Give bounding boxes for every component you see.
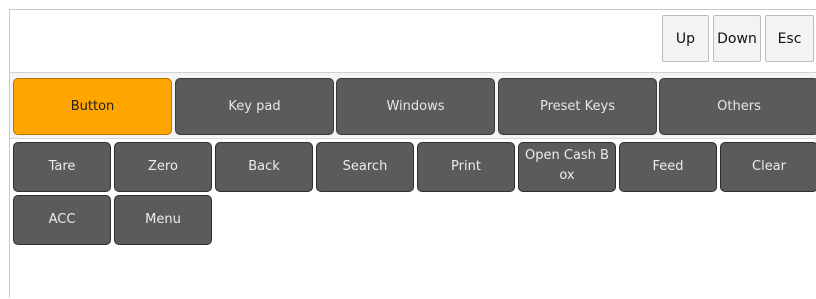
menu-key[interactable]: Menu [114,195,212,245]
tab-key-pad[interactable]: Key pad [175,78,334,135]
up-button[interactable]: Up [662,15,709,62]
acc-key[interactable]: ACC [13,195,111,245]
esc-button[interactable]: Esc [765,15,814,62]
open-cash-box-key[interactable]: Open Cash Box [518,142,616,192]
tare-key[interactable]: Tare [13,142,111,192]
tab-windows[interactable]: Windows [336,78,495,135]
print-key[interactable]: Print [417,142,515,192]
tab-button[interactable]: Button [13,78,172,135]
zero-key[interactable]: Zero [114,142,212,192]
feed-key[interactable]: Feed [619,142,717,192]
clear-key[interactable]: Clear [720,142,816,192]
back-key[interactable]: Back [215,142,313,192]
top-toolbar: Up Down Esc [10,10,816,73]
button-config-panel: Up Down Esc Button Key pad Windows Prese… [9,9,816,299]
tab-others[interactable]: Others [659,78,816,135]
down-button[interactable]: Down [713,15,761,62]
tab-preset-keys[interactable]: Preset Keys [498,78,657,135]
key-grid: Tare Zero Back Search Print Open Cash Bo… [10,139,816,299]
category-tabs: Button Key pad Windows Preset Keys Other… [10,73,816,139]
search-key[interactable]: Search [316,142,414,192]
